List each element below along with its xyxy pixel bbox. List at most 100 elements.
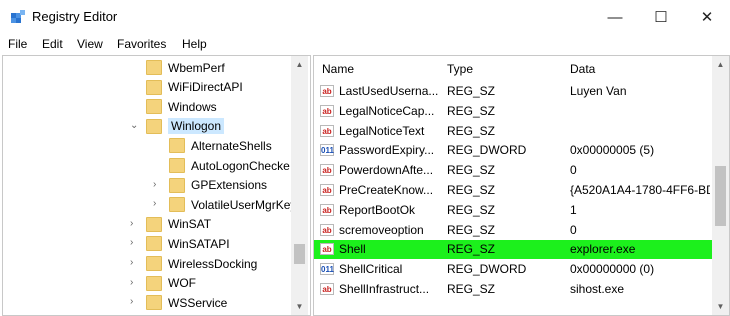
value-data: explorer.exe	[570, 242, 636, 257]
tree-scrollbar[interactable]: ▲ ▼	[291, 56, 308, 315]
folder-icon	[146, 79, 162, 95]
chevron-right-icon[interactable]: ›	[153, 179, 156, 190]
value-name: PreCreateKnow...	[339, 183, 434, 197]
window-title: Registry Editor	[32, 9, 118, 24]
folder-icon	[146, 60, 162, 75]
chevron-right-icon[interactable]: ›	[130, 296, 133, 307]
key-tree-pane[interactable]: WbemPerf WiFiDirectAPI Windows ⌄ Winlogon Alt…	[2, 55, 311, 316]
value-row[interactable]: ab LegalNoticeText REG_SZ	[314, 122, 712, 141]
tree-node[interactable]: WbemPerf	[146, 58, 225, 77]
value-row[interactable]: ab LastUsedUserna... REG_SZ Luyen Van	[314, 82, 712, 101]
tree-node-label: Winlogon	[168, 118, 225, 135]
menu-edit[interactable]: Edit	[42, 37, 63, 51]
chevron-right-icon[interactable]: ›	[130, 257, 133, 268]
value-name: ShellCritical	[339, 262, 403, 277]
scroll-up-icon[interactable]: ▲	[291, 56, 308, 73]
tree-node[interactable]: Winlogon	[146, 117, 225, 136]
value-name: scremoveoption	[339, 222, 424, 237]
tree-node[interactable]: WSService	[146, 293, 227, 312]
title-bar: Registry Editor — ☐ ✕	[0, 0, 730, 34]
chevron-right-icon[interactable]: ›	[130, 237, 133, 248]
menu-favorites[interactable]: Favorites	[117, 37, 166, 51]
folder-icon	[146, 216, 162, 232]
folder-icon	[146, 256, 162, 271]
value-type: REG_SZ	[447, 123, 496, 138]
folder-icon	[146, 236, 162, 252]
value-name: ShellInfrastruct...	[339, 282, 430, 296]
binary-value-icon: 011	[320, 144, 334, 157]
value-row[interactable]: 011 PasswordExpiry... REG_DWORD 0x00000005 …	[314, 141, 712, 160]
value-row[interactable]: ab PreCreateKnow... REG_SZ {A520A1A4-1780-4…	[314, 181, 712, 200]
tree-node-label: WinSATAPI	[168, 236, 230, 251]
column-header-type[interactable]: Type	[447, 62, 473, 76]
column-header-data[interactable]: Data	[570, 62, 595, 76]
value-name: PowerdownAfte...	[339, 163, 434, 178]
value-name: ReportBootOk	[339, 202, 416, 217]
values-list-pane[interactable]: Name Type Data ab LastUsedUserna... REG_SZ…	[313, 55, 730, 316]
chevron-right-icon[interactable]: ›	[153, 198, 156, 209]
tree-node-label: Windows	[168, 99, 217, 114]
tree-scroll-thumb[interactable]	[294, 244, 305, 264]
tree-node[interactable]: GPExtensions	[169, 176, 267, 195]
string-value-icon: ab	[320, 85, 334, 97]
tree-node[interactable]: VolatileUserMgrKey	[169, 195, 296, 214]
minimize-button[interactable]: —	[592, 0, 638, 34]
value-row[interactable]: ab ReportBootOk REG_SZ 1	[314, 201, 712, 220]
chevron-right-icon[interactable]: ›	[130, 277, 133, 288]
tree-node[interactable]: Windows	[146, 97, 217, 116]
value-data: {A520A1A4-1780-4FF6-BD	[570, 183, 710, 197]
tree-node-label: AlternateShells	[191, 138, 272, 153]
string-value-icon: ab	[320, 104, 334, 117]
tree-node-label: WinSAT	[168, 217, 212, 232]
value-row[interactable]: ab scremoveoption REG_SZ 0	[314, 221, 712, 240]
menu-help[interactable]: Help	[182, 37, 207, 51]
string-value-icon: ab	[320, 283, 334, 295]
close-icon: ✕	[700, 9, 714, 26]
tree-node[interactable]: WOF	[146, 274, 196, 293]
tree-node-label: WbemPerf	[168, 60, 225, 75]
menu-view[interactable]: View	[77, 37, 103, 51]
value-name: LegalNoticeText	[339, 123, 425, 138]
tree-node[interactable]: WinSATAPI	[146, 234, 230, 253]
value-type: REG_DWORD	[447, 143, 527, 158]
list-scroll-thumb[interactable]	[715, 166, 726, 226]
tree-node-label: VolatileUserMgrKey	[191, 197, 297, 212]
folder-icon	[169, 158, 185, 173]
tree-node[interactable]: AlternateShells	[169, 136, 272, 155]
value-data: sihost.exe	[570, 282, 625, 296]
menu-bar: File Edit View Favorites Help	[0, 34, 730, 54]
value-row[interactable]: 011 ShellCritical REG_DWORD 0x00000000 (0)	[314, 260, 712, 279]
tree-node[interactable]: AutoLogonChecke	[169, 156, 290, 175]
scroll-down-icon[interactable]: ▼	[291, 298, 308, 315]
tree-node[interactable]: WinSAT	[146, 215, 211, 234]
chevron-down-icon[interactable]: ⌄	[130, 120, 138, 131]
value-type: REG_SZ	[447, 103, 496, 118]
tree-node-label: WiFiDirectAPI	[168, 80, 243, 95]
maximize-button[interactable]: ☐	[638, 0, 684, 34]
string-value-icon: ab	[320, 243, 334, 256]
folder-icon	[146, 99, 162, 115]
tree-node[interactable]: WirelessDocking	[146, 254, 257, 273]
binary-value-icon: 011	[320, 263, 334, 276]
value-type: REG_SZ	[447, 183, 496, 197]
chevron-right-icon[interactable]: ›	[130, 218, 133, 229]
string-value-icon: ab	[320, 203, 334, 216]
menu-file[interactable]: File	[8, 37, 27, 51]
value-row[interactable]: ab Shell REG_SZ explorer.exe	[314, 240, 712, 260]
value-row[interactable]: ab PowerdownAfte... REG_SZ 0	[314, 161, 712, 180]
folder-icon	[146, 275, 162, 291]
scroll-down-icon[interactable]: ▼	[712, 298, 729, 315]
list-scrollbar[interactable]: ▲ ▼	[712, 56, 729, 315]
tree-node-label: WirelessDocking	[168, 256, 258, 271]
value-row[interactable]: ab ShellInfrastruct... REG_SZ sihost.exe	[314, 280, 712, 299]
value-data: 1	[570, 202, 577, 217]
close-button[interactable]: ✕	[684, 0, 730, 34]
value-data: 0	[570, 222, 577, 237]
tree-node-label: WOF	[168, 276, 196, 291]
column-header-name[interactable]: Name	[322, 62, 354, 76]
string-value-icon: ab	[320, 184, 334, 196]
value-row[interactable]: ab LegalNoticeCap... REG_SZ	[314, 102, 712, 121]
tree-node[interactable]: WiFiDirectAPI	[146, 78, 243, 97]
tree-node-label: AutoLogonChecke	[191, 158, 290, 173]
scroll-up-icon[interactable]: ▲	[712, 56, 729, 73]
